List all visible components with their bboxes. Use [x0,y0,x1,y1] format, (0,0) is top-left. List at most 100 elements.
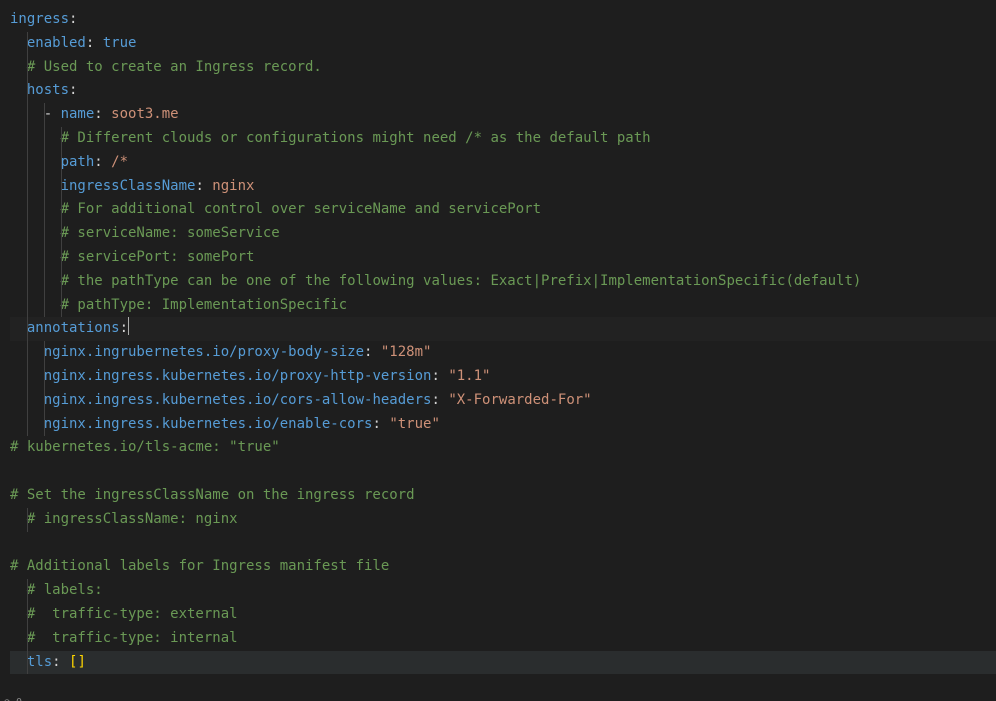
code-line[interactable]: # traffic-type: external [10,603,996,627]
indent-guide [61,270,62,294]
code-line[interactable] [10,460,996,484]
token-key: annotations [27,320,120,336]
token-punct: : [69,82,77,98]
token-punct: : [195,178,212,194]
indent-guide [27,222,28,246]
indent-guide [61,246,62,270]
indent-guide [27,175,28,199]
indent-guide [44,175,45,199]
indent-guide [27,32,28,56]
indent-guide [61,294,62,318]
token-punct: : [372,416,389,432]
code-line[interactable]: path: /* [10,151,996,175]
status-problems[interactable]: ⊘ 0 [4,697,22,701]
indent-guide [61,222,62,246]
token-punct: : [364,344,381,360]
token-cmt: # pathType: ImplementationSpecific [61,297,348,313]
code-line[interactable]: ingressClassName: nginx [10,175,996,199]
code-editor[interactable]: ingress: enabled: true # Used to create … [0,0,996,674]
token-bracket: [] [69,654,86,670]
code-line[interactable]: # traffic-type: internal [10,627,996,651]
indent-guide [44,198,45,222]
indent-guide [27,270,28,294]
token-cmt: # traffic-type: internal [27,630,238,646]
code-line[interactable]: # labels: [10,579,996,603]
code-line[interactable]: # ingressClassName: nginx [10,508,996,532]
indent-guide [27,294,28,318]
indent-guide [44,294,45,318]
code-line[interactable]: # serviceName: someService [10,222,996,246]
token-punct: : [94,154,111,170]
token-punct: : [431,392,448,408]
indent-guide [61,175,62,199]
token-cmt: # servicePort: somePort [61,249,255,265]
token-value: /* [111,154,128,170]
code-line[interactable]: enabled: true [10,32,996,56]
code-line[interactable]: # Additional labels for Ingress manifest… [10,555,996,579]
indent-guide [44,365,45,389]
code-line[interactable]: nginx.ingress.kubernetes.io/enable-cors:… [10,413,996,437]
token-key: nginx.ingress.kubernetes.io/proxy-http-v… [44,368,432,384]
code-line[interactable]: nginx.ingress.kubernetes.io/cors-allow-h… [10,389,996,413]
token-cmt: # Different clouds or configurations mig… [61,130,651,146]
indent-guide [27,198,28,222]
token-cmt: # ingressClassName: nginx [27,511,238,527]
code-line[interactable]: nginx.ingress.kubernetes.io/proxy-http-v… [10,365,996,389]
code-line[interactable]: hosts: [10,79,996,103]
text-cursor [128,317,129,335]
token-cmt: # Additional labels for Ingress manifest… [10,558,389,574]
token-value: soot3.me [111,106,178,122]
code-line[interactable]: # For additional control over serviceNam… [10,198,996,222]
indent-guide [44,222,45,246]
code-line[interactable]: nginx.ingrubernetes.io/proxy-body-size: … [10,341,996,365]
indent-guide [61,151,62,175]
indent-guide [44,246,45,270]
status-bar: ⊘ 0 [0,691,996,701]
indent-guide [61,198,62,222]
indent-guide [44,151,45,175]
token-cmt: # kubernetes.io/tls-acme: "true" [10,439,280,455]
token-punct: : [86,35,103,51]
indent-guide [27,413,28,437]
indent-guide [27,246,28,270]
code-line[interactable]: # Different clouds or configurations mig… [10,127,996,151]
token-cmt: # Set the ingressClassName on the ingres… [10,487,415,503]
token-cmt: # serviceName: someService [61,225,280,241]
indent-guide [27,627,28,651]
code-line[interactable]: annotations: [10,317,996,341]
indent-guide [27,508,28,532]
indent-guide [27,317,28,341]
token-punct: : [431,368,448,384]
token-key: nginx.ingrubernetes.io/proxy-body-size [44,344,364,360]
code-line[interactable]: # servicePort: somePort [10,246,996,270]
indent-guide [27,127,28,151]
code-line[interactable]: ingress: [10,8,996,32]
indent-guide [27,103,28,127]
indent-guide [27,651,28,675]
code-line[interactable]: - name: soot3.me [10,103,996,127]
indent-guide [27,79,28,103]
token-key: path [61,154,95,170]
code-line[interactable]: # the pathType can be one of the followi… [10,270,996,294]
indent-guide [27,365,28,389]
token-key: nginx.ingress.kubernetes.io/enable-cors [44,416,373,432]
indent-guide [44,341,45,365]
indent-guide [61,127,62,151]
token-dash: - [44,106,61,122]
code-line[interactable]: tls: [] [10,651,996,675]
indent-guide [27,579,28,603]
code-line[interactable] [10,532,996,556]
token-key: enabled [27,35,86,51]
indent-guide [44,270,45,294]
token-key: ingress [10,11,69,27]
token-punct: : [69,11,77,27]
token-punct: : [52,654,69,670]
code-line[interactable]: # Used to create an Ingress record. [10,56,996,80]
code-line[interactable]: # pathType: ImplementationSpecific [10,294,996,318]
code-line[interactable]: # kubernetes.io/tls-acme: "true" [10,436,996,460]
code-line[interactable]: # Set the ingressClassName on the ingres… [10,484,996,508]
token-cmt: # For additional control over serviceNam… [61,201,541,217]
indent-guide [44,413,45,437]
token-cmt: # traffic-type: external [27,606,238,622]
indent-guide [44,389,45,413]
